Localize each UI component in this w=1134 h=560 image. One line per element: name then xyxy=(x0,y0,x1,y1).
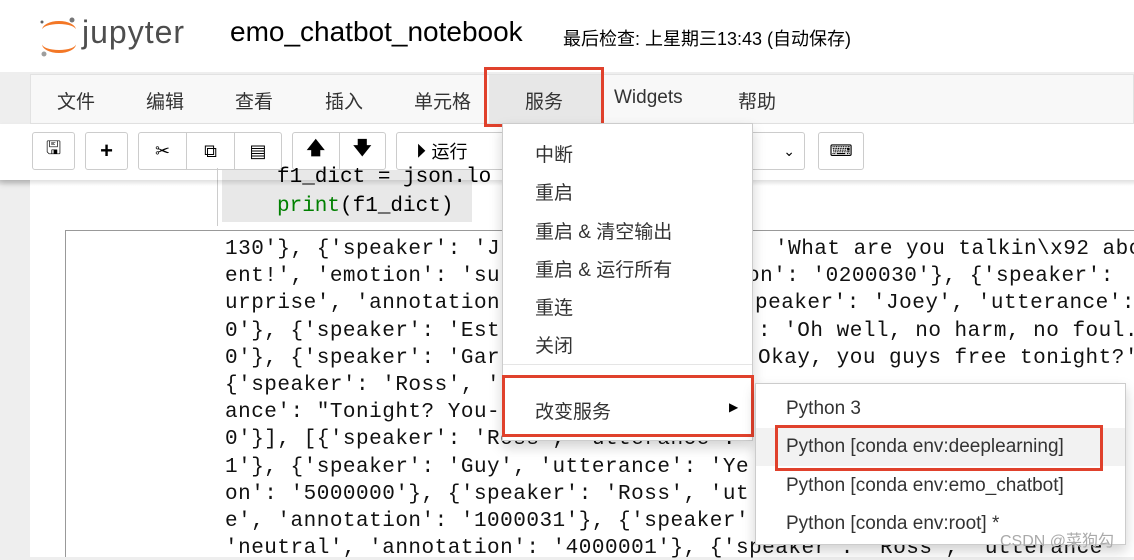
copy-icon[interactable]: ⧉ xyxy=(187,133,235,169)
menu-file[interactable]: 文件 xyxy=(57,87,95,114)
logo-text: jupyter xyxy=(82,14,186,50)
run-button[interactable]: ⏵ 运行 xyxy=(396,132,506,170)
paste-icon[interactable]: ▤ xyxy=(235,133,281,169)
output-line: e', 'annotation': '1000031'}, {'speaker' xyxy=(225,510,750,533)
checkpoint-status: 最后检查: 上星期三13:43 (自动保存) xyxy=(563,29,852,49)
output-line: 1'}, {'speaker': 'Guy', 'utterance': 'Ye xyxy=(225,455,750,479)
watermark: CSDN @菜狗勾 xyxy=(1000,533,1115,550)
output-line: on': '5000000'}, {'speaker': 'Ross', 'ut xyxy=(225,482,750,506)
output-line-right: Okay, you guys free tonight?' xyxy=(758,346,1134,370)
menu-edit[interactable]: 编辑 xyxy=(146,87,184,114)
output-line-right: on': '0200030'}, {'speaker': xyxy=(747,265,1127,289)
save-icon: 🖫 xyxy=(45,138,62,158)
output-line: 130'}, {'speaker': 'J xyxy=(225,238,501,261)
menu-view[interactable]: 查看 xyxy=(235,87,273,114)
output-line: 0'}, {'speaker': 'Est xyxy=(225,319,501,343)
cut-icon[interactable]: ✂ xyxy=(139,133,187,169)
run-label: 运行 xyxy=(431,142,468,162)
highlight-change-kernel xyxy=(502,375,754,437)
run-icon: ⏵ xyxy=(416,140,426,161)
menu-item-reconnect[interactable]: 重连 xyxy=(535,293,573,320)
save-button[interactable]: 🖫 xyxy=(32,132,75,170)
menu-divider xyxy=(503,364,752,365)
menu-widgets[interactable]: Widgets xyxy=(614,87,683,109)
plus-icon: + xyxy=(100,138,113,163)
arrow-down-icon[interactable]: 🡇 xyxy=(340,133,386,169)
menu-insert[interactable]: 插入 xyxy=(325,87,363,114)
highlight-deeplearning xyxy=(775,425,1103,471)
move-group: 🡅 🡇 xyxy=(292,132,386,170)
kernel-option-python3[interactable]: Python 3 xyxy=(756,390,1125,428)
kernel-option-emo-chatbot[interactable]: Python [conda env:emo_chatbot] xyxy=(756,467,1125,505)
notebook-title[interactable]: emo_chatbot_notebook xyxy=(230,16,523,48)
code-keyword: print xyxy=(277,195,341,218)
keyboard-shortcuts-button[interactable]: ⌨ xyxy=(818,132,864,170)
output-line: {'speaker': 'Ross', ' xyxy=(225,374,501,397)
menu-item-restart-run-all[interactable]: 重启 & 运行所有 xyxy=(535,255,672,282)
header: jupyter emo_chatbot_notebook 最后检查: 上星期三1… xyxy=(0,0,1134,72)
output-line: 0'}, {'speaker': 'Gar xyxy=(225,346,501,370)
menu-item-interrupt[interactable]: 中断 xyxy=(535,140,573,167)
output-line-right: : 'Oh well, no harm, no foul. xyxy=(758,319,1134,343)
code-line-2: print(f1_dict) xyxy=(277,195,453,218)
insert-cell-button[interactable]: + xyxy=(85,132,128,170)
menu-item-restart[interactable]: 重启 xyxy=(535,178,573,205)
arrow-up-icon[interactable]: 🡅 xyxy=(293,133,340,169)
output-line: ent!', 'emotion': 'su xyxy=(225,265,501,289)
menu-cell[interactable]: 单元格 xyxy=(414,87,471,114)
menu-help[interactable]: 帮助 xyxy=(738,87,776,114)
output-line-right: 'What are you talkin\x92 abo xyxy=(775,238,1134,261)
keyboard-icon: ⌨ xyxy=(829,143,853,160)
output-line-right: peaker': 'Joey', 'utterance': xyxy=(755,292,1134,316)
clipboard-group: ✂ ⧉ ▤ xyxy=(138,132,282,170)
highlight-kernel-menu xyxy=(484,67,604,127)
output-line: urprise', 'annotation xyxy=(225,292,501,316)
menu-item-restart-clear[interactable]: 重启 & 清空输出 xyxy=(535,217,672,244)
code-args: (f1_dict) xyxy=(340,195,454,218)
output-line: ance': "Tonight? You- xyxy=(225,401,501,425)
menu-item-shutdown[interactable]: 关闭 xyxy=(535,331,573,358)
